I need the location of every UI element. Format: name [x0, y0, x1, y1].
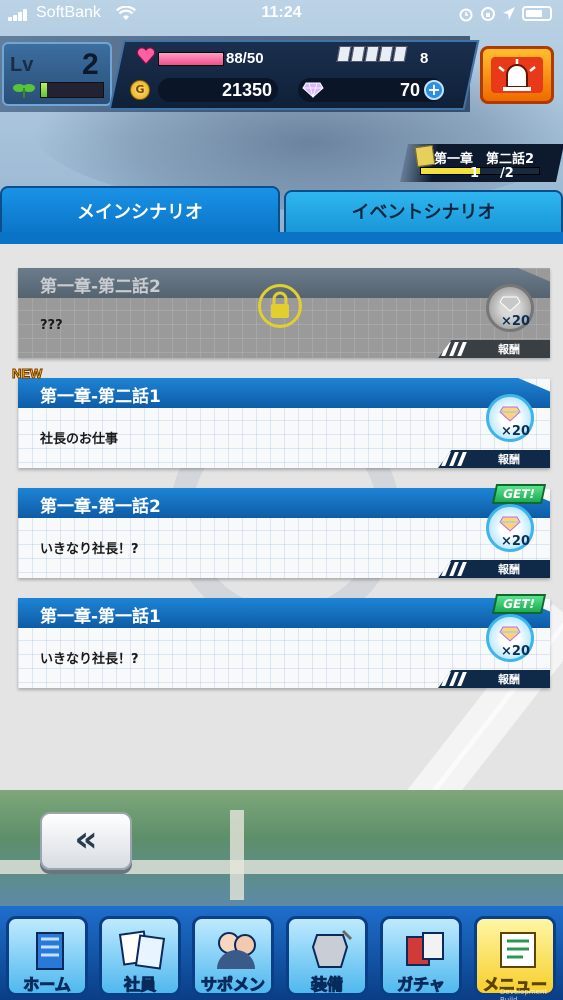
- rotation-lock-icon: [481, 7, 495, 21]
- chapter-title: 第一章 第二話2: [434, 152, 535, 167]
- siren-icon: [491, 57, 543, 93]
- status-bar: SoftBank 11:24: [0, 0, 563, 28]
- card-footer: [438, 340, 550, 358]
- story-title: 第一章-第一話2: [40, 497, 161, 517]
- story-subtitle: ???: [40, 318, 63, 333]
- clock: 11:24: [261, 4, 302, 21]
- nav-label: 社員: [123, 975, 156, 995]
- card-footer: [438, 670, 550, 688]
- battery-icon: [522, 6, 552, 21]
- stamina-fill: [159, 53, 223, 65]
- story-title: 第一章-第一話1: [40, 607, 161, 627]
- story-card[interactable]: 第一章-第一話2 いきなり社長！? ×20 報酬 GET!: [18, 484, 550, 578]
- ticket-count: 8: [420, 50, 429, 67]
- reward-label: 報酬: [498, 563, 520, 576]
- nav-gacha[interactable]: ガチャ: [380, 916, 462, 996]
- level-label: Lv: [10, 54, 34, 76]
- lock-icon: [258, 284, 302, 328]
- level-value: 2: [82, 48, 99, 81]
- card-footer: [438, 450, 550, 468]
- notification-button[interactable]: [480, 46, 554, 104]
- story-subtitle: 社長のお仕事: [40, 432, 119, 447]
- chapter-progress-bar: [420, 167, 540, 175]
- card-footer: [438, 560, 550, 578]
- nav-menu[interactable]: メニュー: [474, 916, 556, 996]
- armor-icon: [311, 929, 353, 968]
- nav-label: 装備: [310, 975, 343, 995]
- level-exp-bar: [40, 82, 104, 98]
- story-card[interactable]: 第一章-第二話1 社長のお仕事 ×20 報酬 NEW: [11, 366, 550, 468]
- gold-value: 21350: [221, 80, 272, 100]
- sprout-icon: [13, 84, 35, 98]
- get-badge: GET!: [491, 484, 547, 504]
- gacha-icon: [406, 932, 444, 966]
- story-subtitle: いきなり社長！?: [40, 542, 139, 557]
- new-badge: NEW: [11, 366, 43, 382]
- reward-label: 報酬: [498, 453, 520, 466]
- nav-label: ホーム: [23, 975, 72, 995]
- staff-cards-icon: [118, 930, 166, 970]
- gem-value: 70: [399, 80, 420, 100]
- story-title: 第一章-第二話1: [40, 387, 161, 407]
- level-exp-fill: [41, 83, 48, 97]
- back-button[interactable]: «: [40, 812, 132, 870]
- story-card-locked[interactable]: 第一章-第二話2 ??? ×20 報酬: [18, 268, 550, 358]
- ticket-icon: [336, 46, 416, 62]
- heart-icon: [136, 47, 156, 65]
- alarm-icon: [459, 8, 473, 22]
- tab-main-scenario[interactable]: メインシナリオ: [0, 186, 280, 236]
- reward-label: 報酬: [498, 343, 520, 356]
- gold-coin-icon: G: [130, 80, 150, 100]
- reward-quantity: ×20: [501, 534, 530, 549]
- building-icon: [36, 932, 64, 970]
- book-icon: [414, 144, 436, 168]
- reward-quantity: ×20: [501, 644, 530, 659]
- menu-notebook-icon: [500, 932, 536, 968]
- nav-label: サポメン: [200, 975, 265, 995]
- story-card[interactable]: 第一章-第一話1 いきなり社長！? ×20 報酬 GET!: [18, 594, 550, 688]
- nav-home[interactable]: ホーム: [6, 916, 88, 996]
- tab-underline: [0, 232, 563, 244]
- map-road: [230, 810, 244, 900]
- tab-event-scenario[interactable]: イベントシナリオ: [284, 190, 563, 234]
- nav-support[interactable]: サポメン: [192, 916, 274, 996]
- nav-equipment[interactable]: 装備: [286, 916, 368, 996]
- add-gems-button[interactable]: +: [424, 80, 444, 100]
- reward-quantity: ×20: [501, 314, 530, 329]
- gem-icon: [302, 82, 324, 98]
- story-title: 第一章-第二話2: [40, 277, 161, 297]
- chapter-current: 1: [470, 166, 480, 181]
- location-icon: [503, 7, 515, 20]
- story-subtitle: いきなり社長！?: [40, 652, 139, 667]
- reward-quantity: ×20: [501, 424, 530, 439]
- chapter-total: /2: [500, 166, 514, 181]
- nav-label: ガチャ: [397, 975, 446, 995]
- nav-staff[interactable]: 社員: [99, 916, 181, 996]
- stamina-bar: [158, 52, 224, 66]
- reward-label: 報酬: [498, 673, 520, 686]
- build-watermark: Development Build: [500, 988, 548, 1000]
- get-badge: GET!: [491, 594, 547, 614]
- stamina-value: 88/50: [226, 50, 264, 67]
- support-members-icon: [217, 932, 256, 969]
